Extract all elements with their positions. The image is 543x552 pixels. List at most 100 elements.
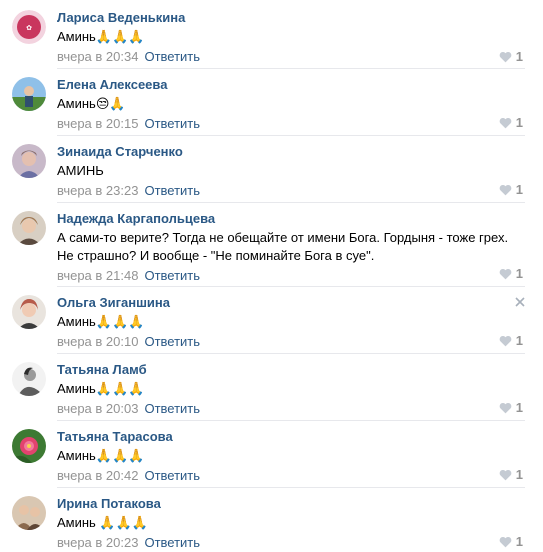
comment-author[interactable]: Ольга Зиганшина [57, 295, 525, 311]
avatar[interactable] [12, 295, 46, 329]
heart-icon [499, 51, 512, 62]
close-icon[interactable] [515, 297, 525, 307]
like-button[interactable]: 1 [499, 182, 523, 197]
comment-body: Ольга Зиганшина Аминь🙏🙏🙏 вчера в 20:10 От… [57, 295, 525, 350]
like-count: 1 [515, 467, 523, 482]
heart-icon [499, 184, 512, 195]
comment-author[interactable]: Татьяна Ламб [57, 362, 525, 378]
comment-body: Зинаида Старченко АМИНЬ вчера в 23:23 Отв… [57, 144, 525, 199]
avatar[interactable] [12, 77, 46, 111]
avatar[interactable] [12, 362, 46, 396]
comment-meta: вчера в 23:23 Ответить [57, 183, 525, 199]
comment-body: Елена Алексеева Аминь😒🙏 вчера в 20:15 Отв… [57, 77, 525, 132]
comment-meta: вчера в 21:48 Ответить [57, 268, 525, 284]
heart-icon [499, 402, 512, 413]
comment-text: Аминь🙏🙏🙏 [57, 313, 525, 331]
comment-text: Аминь 🙏🙏🙏 [57, 514, 525, 532]
comment-item: Надежда Каргапольцева А сами-то верите? … [0, 211, 543, 286]
comment-text-content: Аминь 🙏🙏🙏 [57, 515, 148, 530]
comment-text: А сами-то верите? Тогда не обещайте от и… [57, 230, 509, 263]
heart-icon [499, 469, 512, 480]
avatar[interactable] [12, 211, 46, 245]
comment-text-content: АМИНЬ [57, 163, 104, 178]
comment-time[interactable]: вчера в 20:42 [57, 468, 138, 483]
comment-meta: вчера в 20:42 Ответить [57, 468, 525, 484]
comment-time[interactable]: вчера в 21:48 [57, 268, 138, 283]
comment-time[interactable]: вчера в 20:34 [57, 49, 138, 64]
comment-meta: вчера в 20:34 Ответить [57, 49, 525, 65]
like-button[interactable]: 1 [499, 49, 523, 64]
avatar[interactable] [12, 429, 46, 463]
reply-button[interactable]: Ответить [144, 334, 200, 349]
like-count: 1 [515, 182, 523, 197]
like-button[interactable]: 1 [499, 400, 523, 415]
comment-author[interactable]: Лариса Веденькина [57, 10, 525, 26]
comment-meta: вчера в 20:15 Ответить [57, 116, 525, 132]
comment-author[interactable]: Зинаида Старченко [57, 144, 525, 160]
reply-button[interactable]: Ответить [144, 49, 200, 64]
heart-icon [499, 335, 512, 346]
comment-time[interactable]: вчера в 20:10 [57, 334, 138, 349]
like-button[interactable]: 1 [499, 534, 523, 549]
reply-button[interactable]: Ответить [144, 183, 200, 198]
divider [57, 420, 525, 421]
comment-item: ✿ Лариса Веденькина Аминь🙏🙏🙏 вчера в 20:… [0, 10, 543, 68]
divider [57, 487, 525, 488]
reply-button[interactable]: Ответить [144, 116, 200, 131]
like-count: 1 [515, 266, 523, 281]
comment-text: Аминь😒🙏 [57, 95, 525, 113]
comment-meta: вчера в 20:03 Ответить [57, 401, 525, 417]
comment-body: Ирина Потакова Аминь 🙏🙏🙏 вчера в 20:23 От… [57, 496, 525, 551]
divider [57, 353, 525, 354]
comment-text-content: Аминь😒🙏 [57, 96, 126, 111]
comment-text: Аминь🙏🙏🙏 [57, 447, 525, 465]
reply-button[interactable]: Ответить [144, 535, 200, 550]
like-count: 1 [515, 49, 523, 64]
comment-text-content: Аминь🙏🙏🙏 [57, 381, 145, 396]
comment-body: Лариса Веденькина Аминь🙏🙏🙏 вчера в 20:34… [57, 10, 525, 65]
comment-author[interactable]: Елена Алексеева [57, 77, 525, 93]
comment-author[interactable]: Татьяна Тарасова [57, 429, 525, 445]
divider [57, 286, 525, 287]
comment-time[interactable]: вчера в 20:15 [57, 116, 138, 131]
comment-time[interactable]: вчера в 20:23 [57, 535, 138, 550]
comment-item: Зинаида Старченко АМИНЬ вчера в 23:23 Отв… [0, 144, 543, 202]
like-button[interactable]: 1 [499, 467, 523, 482]
reply-button[interactable]: Ответить [144, 268, 200, 283]
comment-meta: вчера в 20:10 Ответить [57, 334, 525, 350]
like-button[interactable]: 1 [499, 266, 523, 281]
like-count: 1 [515, 400, 523, 415]
comment-text: Аминь🙏🙏🙏 [57, 28, 525, 46]
like-button[interactable]: 1 [499, 333, 523, 348]
like-count: 1 [515, 333, 523, 348]
heart-icon [499, 117, 512, 128]
comment-time[interactable]: вчера в 23:23 [57, 183, 138, 198]
comment-author[interactable]: Надежда Каргапольцева [57, 211, 525, 227]
comment-time[interactable]: вчера в 20:03 [57, 401, 138, 416]
heart-icon [499, 536, 512, 547]
divider [57, 135, 525, 136]
comment-meta: вчера в 20:23 Ответить [57, 535, 525, 551]
comment-item: Елена Алексеева Аминь😒🙏 вчера в 20:15 Отв… [0, 77, 543, 135]
comment-body: Татьяна Ламб Аминь🙏🙏🙏 вчера в 20:03 Ответ… [57, 362, 525, 417]
comments-feed: ✿ Лариса Веденькина Аминь🙏🙏🙏 вчера в 20:… [0, 0, 543, 552]
divider [57, 202, 525, 203]
comment-item: Татьяна Тарасова Аминь🙏🙏🙏 вчера в 20:42 О… [0, 429, 543, 487]
reply-button[interactable]: Ответить [144, 468, 200, 483]
avatar[interactable]: ✿ [12, 10, 46, 44]
comment-item: Ольга Зиганшина Аминь🙏🙏🙏 вчера в 20:10 От… [0, 295, 543, 353]
comment-body: Татьяна Тарасова Аминь🙏🙏🙏 вчера в 20:42 О… [57, 429, 525, 484]
avatar[interactable] [12, 496, 46, 530]
divider [57, 68, 525, 69]
comment-text-content: Аминь🙏🙏🙏 [57, 448, 145, 463]
avatar[interactable] [12, 144, 46, 178]
svg-text:✿: ✿ [26, 24, 32, 32]
comment-text: Аминь🙏🙏🙏 [57, 380, 525, 398]
comment-author[interactable]: Ирина Потакова [57, 496, 525, 512]
comment-item: Татьяна Ламб Аминь🙏🙏🙏 вчера в 20:03 Ответ… [0, 362, 543, 420]
like-button[interactable]: 1 [499, 115, 523, 130]
like-count: 1 [515, 115, 523, 130]
comment-text: АМИНЬ [57, 162, 525, 180]
reply-button[interactable]: Ответить [144, 401, 200, 416]
heart-icon [499, 268, 512, 279]
